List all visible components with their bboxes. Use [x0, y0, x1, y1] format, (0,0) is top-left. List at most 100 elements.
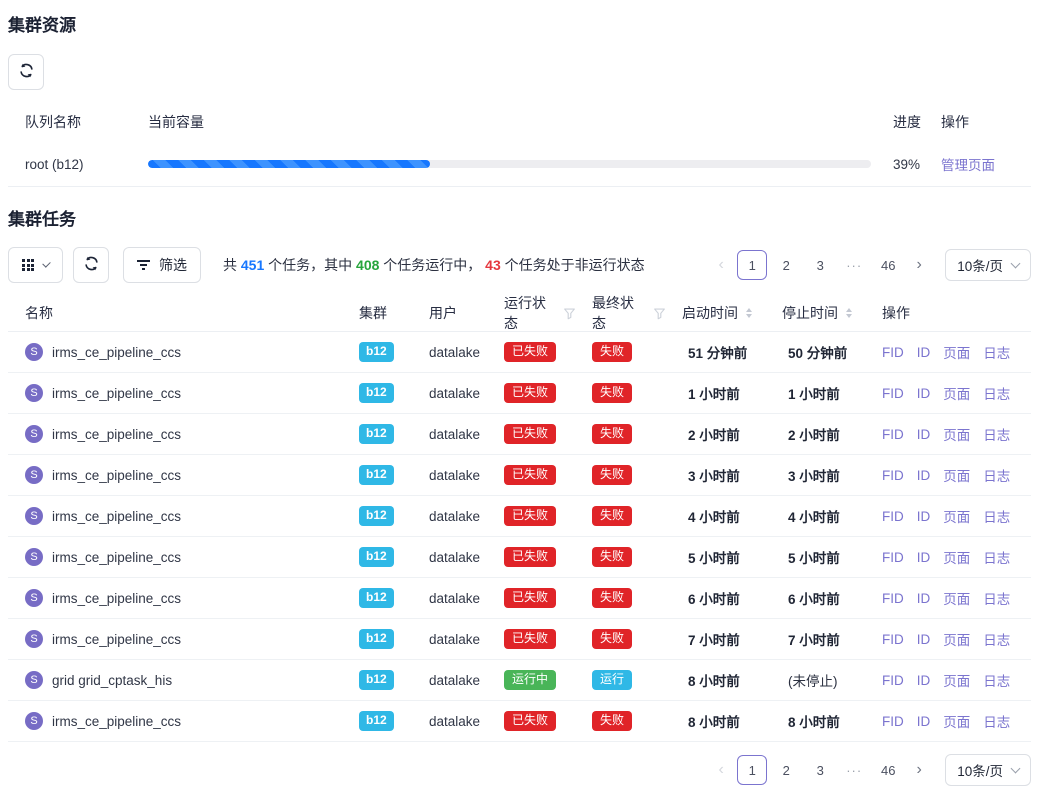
page: 集群资源 队列名称 当前容量 进度 操作 root (b12) 39%: [0, 0, 1039, 786]
cluster-badge: b12: [359, 588, 394, 608]
table-row: S irms_ce_pipeline_ccs b12 datalake 已失败 …: [8, 619, 1031, 660]
final-status-badge: 失败: [592, 342, 632, 363]
row-action-link[interactable]: FID: [882, 386, 904, 401]
cluster-badge: b12: [359, 711, 394, 731]
sort-icon[interactable]: [846, 308, 852, 318]
filter-button[interactable]: 筛选: [123, 247, 201, 283]
row-action-link[interactable]: ID: [917, 591, 931, 606]
column-header-name: 名称: [8, 303, 343, 323]
manage-page-link[interactable]: 管理页面: [941, 158, 995, 173]
task-name: irms_ce_pipeline_ccs: [52, 427, 181, 442]
row-action-link[interactable]: FID: [882, 632, 904, 647]
row-action-link[interactable]: 页面: [943, 711, 970, 731]
row-actions: FID ID 页面日志: [866, 424, 1031, 444]
table-row: S irms_ce_pipeline_ccs b12 datalake 已失败 …: [8, 701, 1031, 742]
final-status-badge: 失败: [592, 465, 632, 486]
row-action-link[interactable]: 日志: [983, 342, 1010, 362]
row-action-link[interactable]: 日志: [983, 424, 1010, 444]
page-size-select[interactable]: 10条/页: [945, 249, 1031, 281]
row-action-link[interactable]: FID: [882, 714, 904, 729]
pagination-page[interactable]: 2: [771, 250, 801, 280]
row-action-link[interactable]: 页面: [943, 506, 970, 526]
pagination-page[interactable]: 3: [805, 755, 835, 785]
row-action-link[interactable]: 日志: [983, 465, 1010, 485]
pagination-ellipsis[interactable]: ···: [839, 755, 869, 785]
pagination-ellipsis[interactable]: ···: [839, 250, 869, 280]
row-action-link[interactable]: ID: [917, 345, 931, 360]
row-actions: FID ID 页面日志: [866, 465, 1031, 485]
running-task-count: 408: [356, 257, 379, 273]
column-header-final-status: 最终状态: [576, 293, 666, 333]
pagination-next[interactable]: ›: [907, 250, 931, 280]
capacity-progress-track: [148, 160, 871, 168]
filter-icon: [137, 260, 150, 270]
run-status-badge: 已失败: [504, 547, 556, 568]
row-action-link[interactable]: ID: [917, 509, 931, 524]
row-action-link[interactable]: FID: [882, 427, 904, 442]
column-header-run-status: 运行状态: [488, 293, 576, 333]
pagination-page[interactable]: 2: [771, 755, 801, 785]
pagination-page[interactable]: 1: [737, 250, 767, 280]
row-action-link[interactable]: ID: [917, 673, 931, 688]
pagination-prev[interactable]: ‹: [709, 755, 733, 785]
start-time: 2 小时前: [666, 424, 766, 444]
row-action-link[interactable]: 日志: [983, 588, 1010, 608]
row-action-link[interactable]: FID: [882, 673, 904, 688]
avatar: S: [25, 384, 43, 402]
refresh-icon: [84, 256, 99, 274]
final-status-badge: 失败: [592, 506, 632, 527]
row-action-link[interactable]: 页面: [943, 465, 970, 485]
row-action-link[interactable]: 页面: [943, 342, 970, 362]
non-running-task-count: 43: [485, 257, 501, 273]
row-action-link[interactable]: 页面: [943, 670, 970, 690]
row-action-link[interactable]: FID: [882, 468, 904, 483]
row-action-link[interactable]: 日志: [983, 670, 1010, 690]
row-action-link[interactable]: ID: [917, 386, 931, 401]
row-action-link[interactable]: 页面: [943, 424, 970, 444]
filter-funnel-icon[interactable]: [653, 307, 666, 320]
layout-switch-button[interactable]: [8, 247, 63, 283]
row-action-link[interactable]: ID: [917, 632, 931, 647]
pagination-page[interactable]: 46: [873, 250, 903, 280]
row-action-link[interactable]: 日志: [983, 506, 1010, 526]
filter-funnel-icon[interactable]: [563, 307, 576, 320]
row-action-link[interactable]: 页面: [943, 547, 970, 567]
pagination-next[interactable]: ›: [907, 755, 931, 785]
row-action-link[interactable]: 日志: [983, 383, 1010, 403]
page-size-select[interactable]: 10条/页: [945, 754, 1031, 786]
row-action-link[interactable]: ID: [917, 550, 931, 565]
row-action-link[interactable]: 页面: [943, 383, 970, 403]
row-action-link[interactable]: 日志: [983, 547, 1010, 567]
refresh-button[interactable]: [8, 54, 44, 90]
avatar: S: [25, 425, 43, 443]
stop-time: 5 小时前: [766, 547, 866, 567]
task-name: grid grid_cptask_his: [52, 673, 172, 688]
row-action-link[interactable]: 页面: [943, 629, 970, 649]
pagination-page[interactable]: 46: [873, 755, 903, 785]
final-status-badge: 失败: [592, 711, 632, 732]
refresh-tasks-button[interactable]: [73, 247, 109, 283]
queue-name: root (b12): [8, 157, 148, 172]
pagination-prev[interactable]: ‹: [709, 250, 733, 280]
start-time: 3 小时前: [666, 465, 766, 485]
stop-time: 7 小时前: [766, 629, 866, 649]
pagination-page[interactable]: 1: [737, 755, 767, 785]
row-action-link[interactable]: FID: [882, 550, 904, 565]
column-header-action: 操作: [926, 112, 1031, 132]
row-action-link[interactable]: 日志: [983, 711, 1010, 731]
row-action-link[interactable]: FID: [882, 591, 904, 606]
run-status-badge: 已失败: [504, 629, 556, 650]
row-action-link[interactable]: ID: [917, 427, 931, 442]
row-action-link[interactable]: FID: [882, 509, 904, 524]
column-header-stop-time: 停止时间: [766, 303, 866, 323]
row-action-link[interactable]: 页面: [943, 588, 970, 608]
row-action-link[interactable]: ID: [917, 714, 931, 729]
row-action-link[interactable]: 日志: [983, 629, 1010, 649]
row-action-link[interactable]: FID: [882, 345, 904, 360]
cluster-tasks-title: 集群任务: [8, 208, 1031, 232]
row-action-link[interactable]: ID: [917, 468, 931, 483]
pagination-page[interactable]: 3: [805, 250, 835, 280]
sort-icon[interactable]: [746, 308, 752, 318]
row-actions: FID ID 页面日志: [866, 383, 1031, 403]
tasks-table-body: S irms_ce_pipeline_ccs b12 datalake 已失败 …: [8, 332, 1031, 742]
